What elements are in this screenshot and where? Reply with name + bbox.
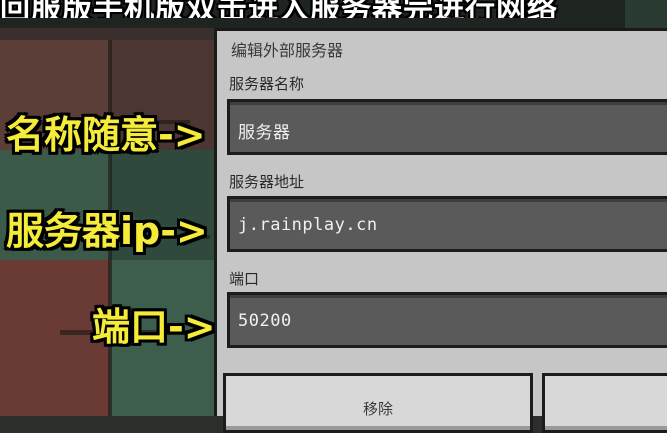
server-address-label: 服务器地址 <box>229 173 305 191</box>
annotation-name: 名称随意-> <box>6 113 206 157</box>
video-caption: 回服版手机版双击进入服务器完进行网络 <box>0 0 558 18</box>
secondary-button[interactable] <box>542 373 667 433</box>
annotation-port: 端口-> <box>92 305 216 349</box>
server-name-input[interactable]: 服务器 <box>227 99 667 155</box>
port-input[interactable]: 50200 <box>227 292 667 348</box>
remove-button[interactable]: 移除 <box>223 373 533 433</box>
port-label: 端口 <box>229 270 260 288</box>
port-value: 50200 <box>238 311 292 331</box>
server-name-value: 服务器 <box>238 123 291 143</box>
dialog-title: 编辑外部服务器 <box>231 41 344 60</box>
server-address-value: j.rainplay.cn <box>238 215 378 235</box>
server-address-input[interactable]: j.rainplay.cn <box>227 196 667 252</box>
annotation-server-ip: 服务器ip-> <box>6 209 208 253</box>
server-name-label: 服务器名称 <box>229 75 305 93</box>
edit-external-server-dialog: 编辑外部服务器 服务器名称 服务器 服务器地址 j.rainplay.cn 端口… <box>214 28 667 433</box>
